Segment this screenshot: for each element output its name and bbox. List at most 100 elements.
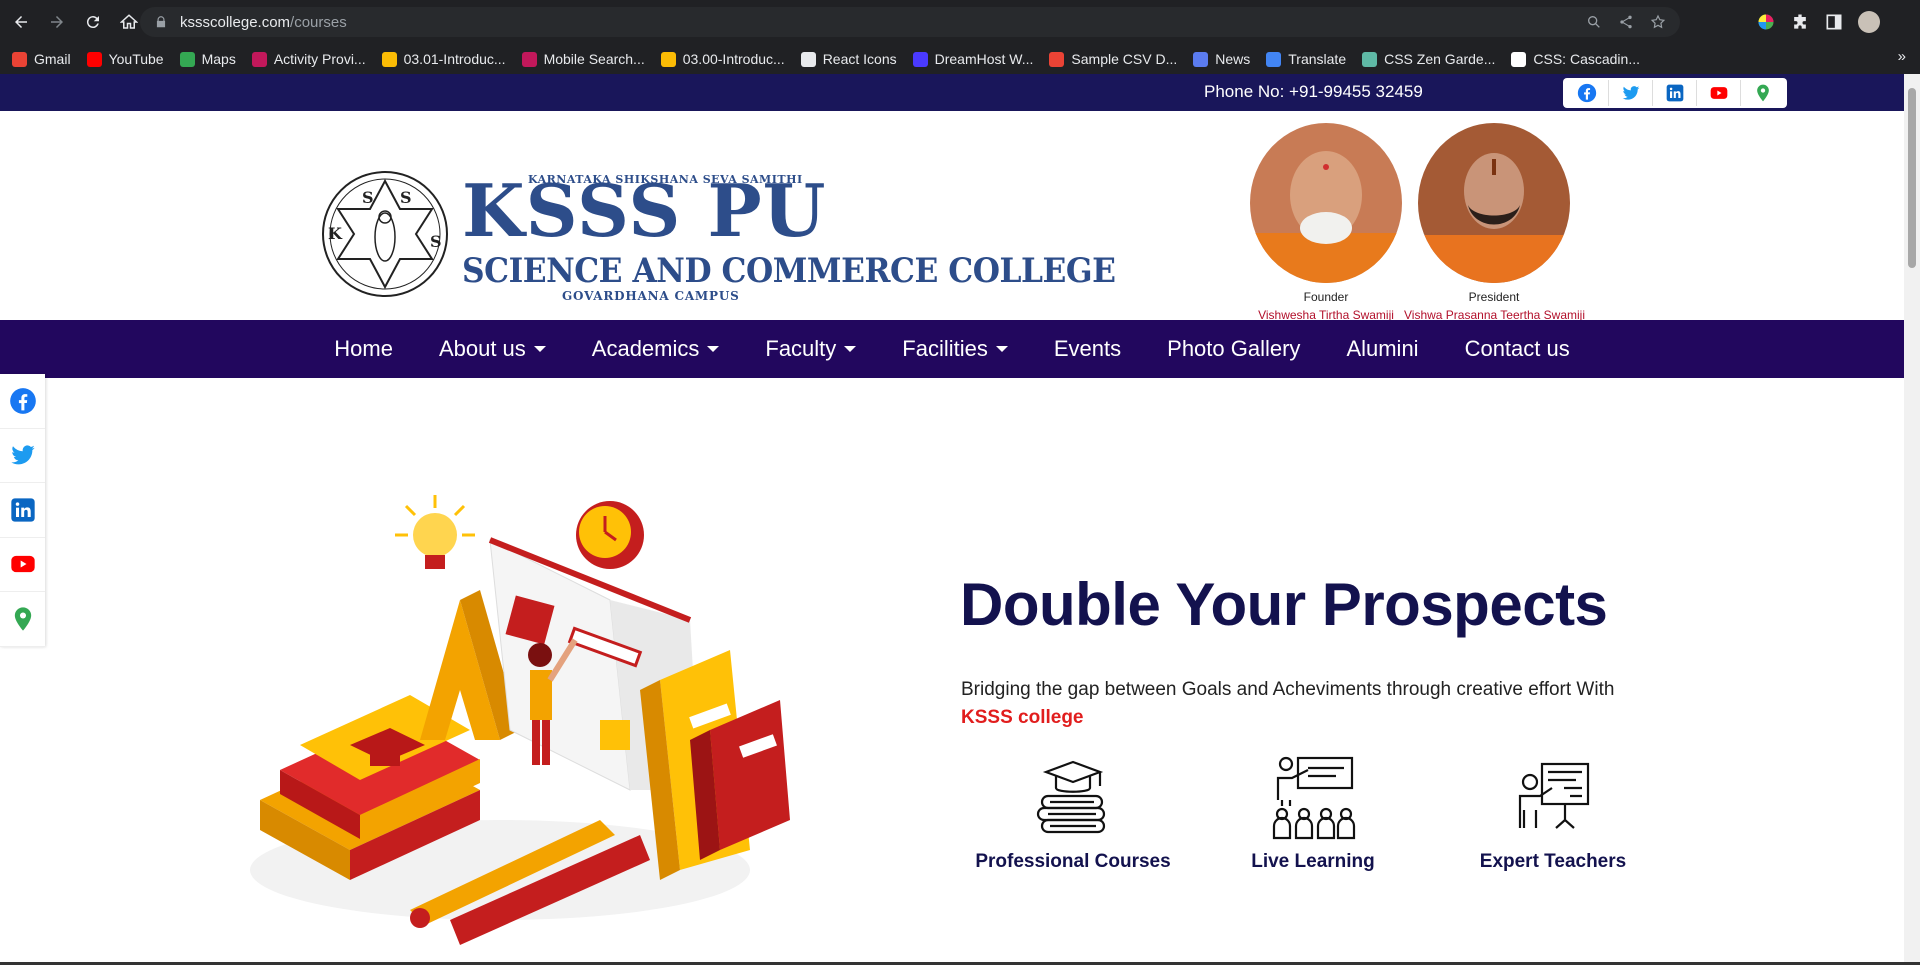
bookmark-label: 03.01-Introduc... xyxy=(403,51,506,67)
forward-button[interactable] xyxy=(42,7,72,37)
reload-button[interactable] xyxy=(78,7,108,37)
zoom-icon[interactable] xyxy=(1586,14,1602,30)
bookmark-favicon-icon xyxy=(800,51,816,67)
bookmark-item[interactable]: React Icons xyxy=(800,51,897,67)
bookmark-star-icon[interactable] xyxy=(1650,14,1666,30)
svg-text:S: S xyxy=(362,188,374,207)
top-info-bar: Phone No: +91-99455 32459 xyxy=(0,74,1904,111)
side-location-link[interactable] xyxy=(0,592,45,647)
nav-item-label: Home xyxy=(334,336,393,361)
founder-portrait xyxy=(1250,123,1402,283)
graduation-books-icon xyxy=(1036,760,1106,834)
lock-icon xyxy=(156,16,166,28)
nav-item-faculty[interactable]: Faculty xyxy=(765,336,857,362)
bookmark-label: News xyxy=(1215,51,1251,67)
nav-item-label: Contact us xyxy=(1464,336,1570,361)
omnibox-actions xyxy=(1586,14,1666,30)
reload-icon xyxy=(86,16,99,29)
bookmark-label: Activity Provi... xyxy=(273,51,366,67)
site-header: S S K S KARNATAKA SHIKSHANA SEVA SAMITHI… xyxy=(0,111,1904,322)
side-linkedin-link[interactable] xyxy=(0,483,45,538)
top-location-link[interactable] xyxy=(1741,80,1785,106)
bookmark-favicon-icon xyxy=(381,51,397,67)
nav-item-contact-us[interactable]: Contact us xyxy=(1465,336,1570,362)
feature-label: Professional Courses xyxy=(975,851,1171,872)
youtube-icon xyxy=(1710,87,1727,99)
phone-number: Phone No: +91-99455 32459 xyxy=(1204,82,1423,101)
nav-item-academics[interactable]: Academics xyxy=(592,336,720,362)
nav-item-facilities[interactable]: Facilities xyxy=(902,336,1008,362)
feature-label: Live Learning xyxy=(1251,851,1375,872)
bookmark-item[interactable]: Sample CSV D... xyxy=(1049,51,1177,67)
profile-avatar[interactable] xyxy=(1858,11,1880,33)
feature-expert-teachers[interactable]: Expert Teachers xyxy=(1453,752,1653,873)
top-youtube-link[interactable] xyxy=(1697,80,1741,106)
side-youtube-link[interactable] xyxy=(0,538,45,592)
feature-live-learning[interactable]: Live Learning xyxy=(1213,752,1413,873)
forward-arrow-icon xyxy=(51,16,63,28)
bookmark-item[interactable]: YouTube xyxy=(86,51,164,67)
side-panel-icon[interactable] xyxy=(1824,12,1844,32)
bookmark-favicon-icon xyxy=(912,51,928,67)
bookmark-item[interactable]: DreamHost W... xyxy=(912,51,1033,67)
location-pin-icon xyxy=(14,607,31,631)
bookmark-favicon-icon xyxy=(179,51,195,67)
bookmarks-overflow-button[interactable]: » xyxy=(1898,48,1906,65)
bookmark-item[interactable]: 03.01-Introduc... xyxy=(381,51,506,67)
bookmark-item[interactable]: News xyxy=(1193,51,1250,67)
side-social-bar xyxy=(0,374,45,647)
scrollbar-thumb[interactable] xyxy=(1908,88,1916,268)
bookmark-item[interactable]: CSS: Cascadin... xyxy=(1511,51,1640,67)
back-button[interactable] xyxy=(6,7,36,37)
back-arrow-icon xyxy=(15,16,27,28)
bookmark-item[interactable]: Translate xyxy=(1266,51,1346,67)
feature-professional-courses[interactable]: Professional Courses xyxy=(973,752,1173,873)
bookmarks-bar: Gmail YouTube Maps Activity Provi... 03.01-I… xyxy=(0,44,1920,74)
side-facebook-link[interactable] xyxy=(0,374,45,429)
bookmark-favicon-icon xyxy=(1362,51,1378,67)
color-picker-extension-icon[interactable] xyxy=(1756,12,1776,32)
browser-chrome: kssscollege.com/courses Gmail YouTube Maps… xyxy=(0,0,1920,74)
bookmark-label: Translate xyxy=(1288,51,1347,67)
nav-item-about-us[interactable]: About us xyxy=(439,336,546,362)
bookmark-label: CSS Zen Garde... xyxy=(1384,51,1496,67)
bookmark-item[interactable]: CSS Zen Garde... xyxy=(1362,51,1495,67)
side-twitter-link[interactable] xyxy=(0,429,45,483)
teacher-board-icon xyxy=(1518,762,1590,829)
url-text: kssscollege.com/courses xyxy=(180,13,347,31)
page-scrollbar[interactable] xyxy=(1904,74,1920,965)
bookmark-item[interactable]: Maps xyxy=(179,51,236,67)
college-highlight: KSSS college xyxy=(961,707,1084,728)
nav-item-home[interactable]: Home xyxy=(334,336,393,362)
twitter-icon xyxy=(10,445,35,465)
nav-item-label: Alumini xyxy=(1346,336,1419,361)
caret-down-icon xyxy=(533,346,546,352)
nav-item-alumini[interactable]: Alumini xyxy=(1346,336,1418,362)
top-twitter-link[interactable] xyxy=(1609,80,1653,106)
share-icon[interactable] xyxy=(1618,14,1634,30)
bookmark-item[interactable]: Mobile Search... xyxy=(521,51,645,67)
address-bar[interactable]: kssscollege.com/courses xyxy=(140,7,1680,37)
bookmark-favicon-icon xyxy=(1511,51,1527,67)
college-name: KSSS PU xyxy=(462,168,827,253)
bookmark-favicon-icon xyxy=(660,51,676,67)
nav-item-label: About us xyxy=(438,336,526,361)
top-social-links xyxy=(1563,78,1787,108)
bookmark-label: 03.00-Introduc... xyxy=(682,51,785,67)
bookmark-item[interactable]: 03.00-Introduc... xyxy=(660,51,785,67)
bookmark-item[interactable]: Gmail xyxy=(12,51,71,67)
classroom-icon xyxy=(1272,756,1356,840)
nav-item-label: Facilities xyxy=(902,336,988,361)
nav-item-events[interactable]: Events xyxy=(1054,336,1121,362)
top-linkedin-link[interactable] xyxy=(1653,80,1697,106)
location-pin-icon xyxy=(1757,84,1769,102)
bookmark-label: Sample CSV D... xyxy=(1071,51,1178,67)
nav-item-photo-gallery[interactable]: Photo Gallery xyxy=(1167,336,1300,362)
browser-toolbar: kssscollege.com/courses xyxy=(0,0,1920,44)
bookmark-item[interactable]: Activity Provi... xyxy=(251,51,366,67)
founder-card: Founder Vishwesha Tirtha Swamiji xyxy=(1236,123,1416,322)
caret-down-icon xyxy=(995,346,1008,352)
college-seal-logo[interactable]: S S K S xyxy=(320,169,450,299)
extensions-puzzle-icon[interactable] xyxy=(1790,12,1810,32)
top-facebook-link[interactable] xyxy=(1565,80,1609,106)
